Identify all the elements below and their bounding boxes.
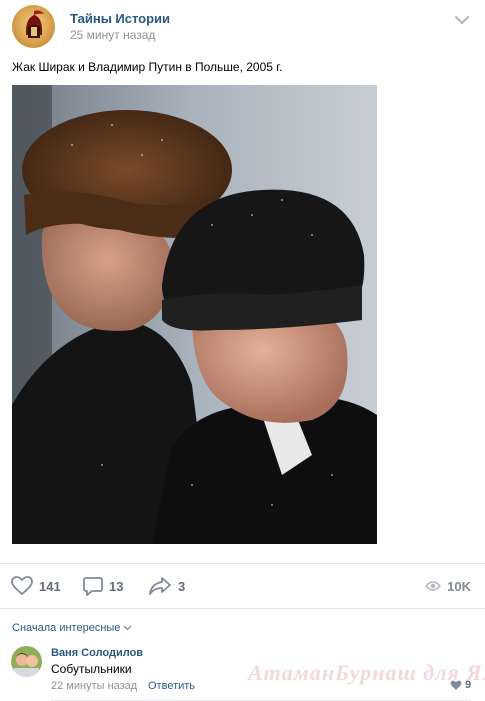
eye-icon [425, 581, 442, 591]
post-text: Жак Ширак и Владимир Путин в Польше, 200… [12, 60, 283, 74]
heart-icon [11, 576, 33, 596]
comment-text: Собутыльники [51, 662, 132, 676]
group-name[interactable]: Тайны Истории [70, 11, 170, 26]
post-actions-bar: 141 13 3 10K [0, 563, 485, 609]
user-avatar[interactable] [11, 646, 42, 677]
reply-link[interactable]: Ответить [148, 680, 195, 692]
comments-sort-dropdown[interactable]: Сначала интересные [12, 622, 132, 634]
comment-timestamp[interactable]: 22 минуты назад [51, 680, 137, 692]
views-count: 10K [447, 578, 471, 594]
comment-author[interactable]: Ваня Солодилов [51, 647, 143, 659]
views-counter: 10K [425, 575, 471, 597]
chevron-down-icon[interactable] [452, 10, 472, 30]
comment-button[interactable]: 13 [83, 575, 123, 597]
sort-label: Сначала интересные [12, 622, 121, 634]
post-header: Тайны Истории 25 минут назад [0, 0, 485, 52]
chevron-down-icon [123, 625, 132, 631]
watermark: АтаманБурнаш для ЯП [248, 660, 485, 685]
like-count: 141 [39, 578, 61, 594]
share-icon [149, 577, 171, 595]
share-count: 3 [178, 578, 186, 594]
like-button[interactable]: 141 [11, 575, 61, 597]
comment-icon [83, 577, 103, 596]
group-avatar[interactable] [12, 5, 55, 48]
post-timestamp[interactable]: 25 минут назад [70, 28, 155, 42]
comment-count: 13 [109, 578, 124, 594]
post-photo[interactable] [12, 85, 377, 544]
share-button[interactable]: 3 [148, 575, 185, 597]
